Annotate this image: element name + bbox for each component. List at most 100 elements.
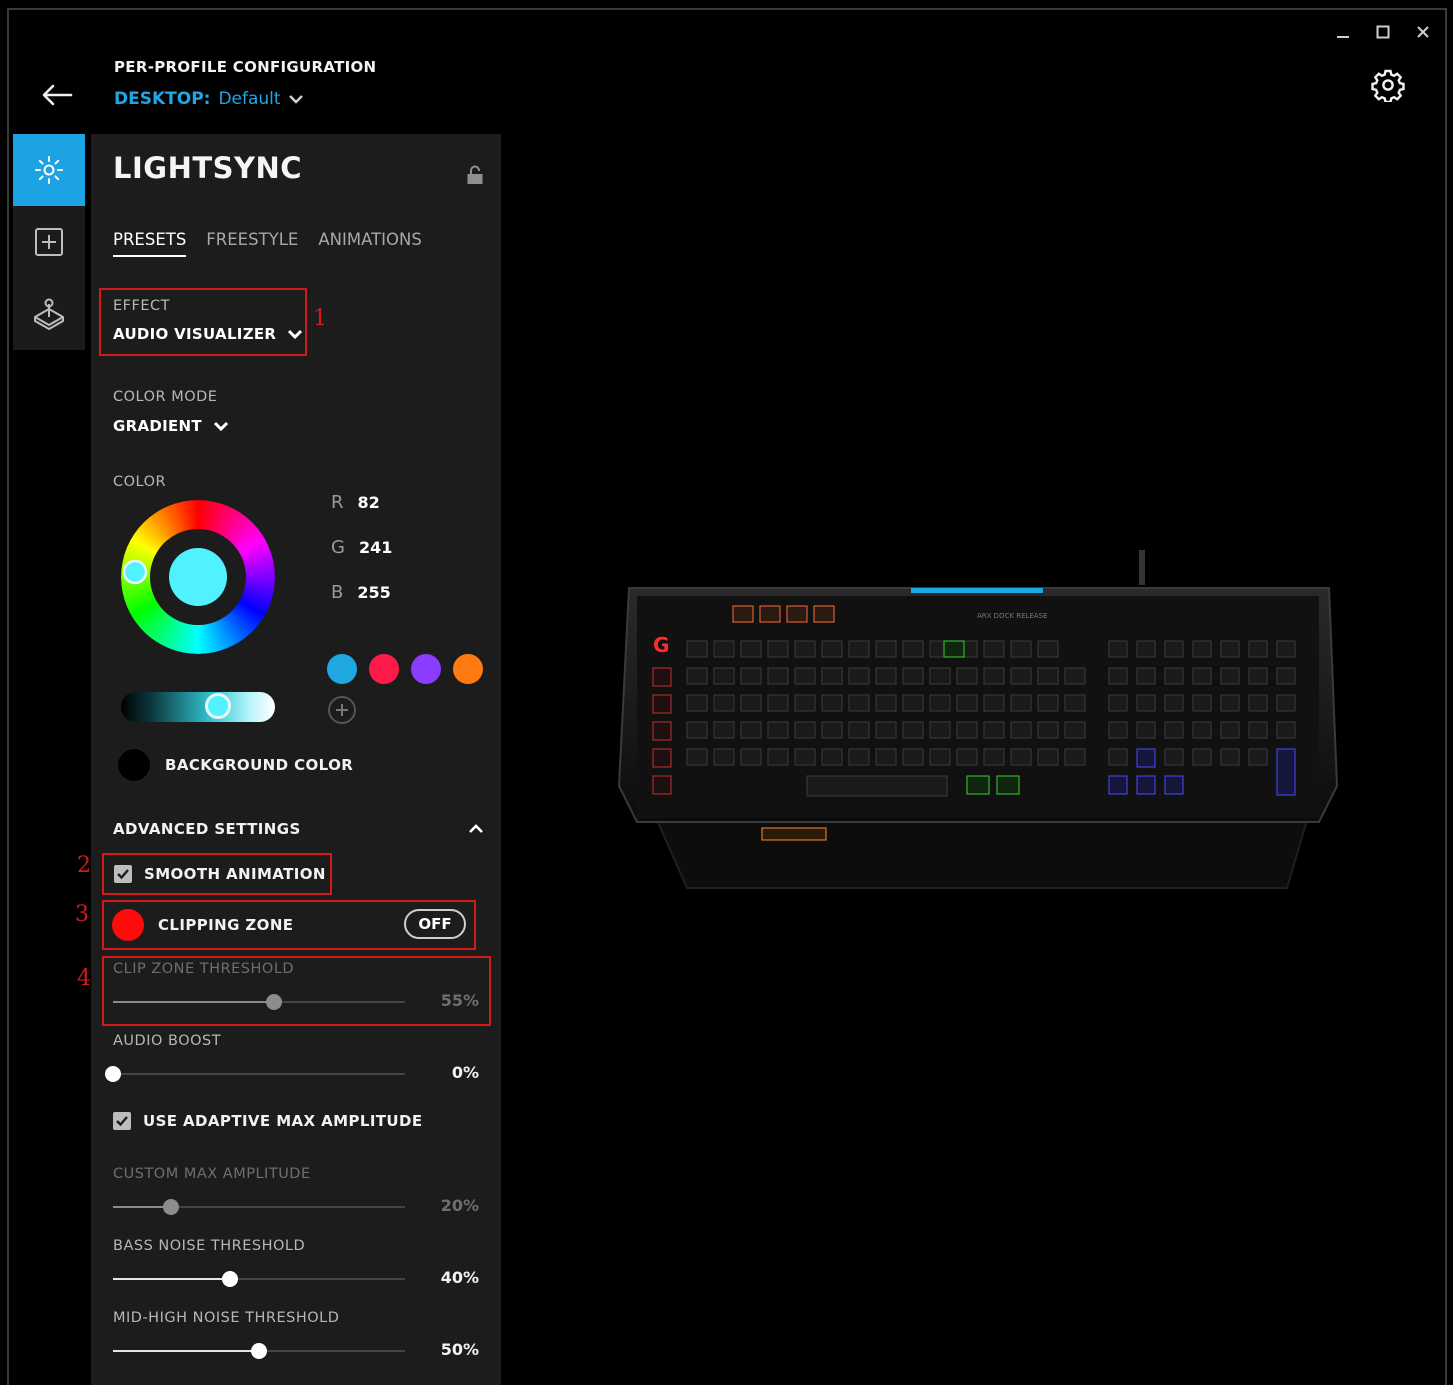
- keyboard-key: [848, 694, 870, 712]
- keyboard-key: [740, 721, 762, 739]
- color-mode-dropdown[interactable]: GRADIENT: [113, 417, 228, 435]
- keyboard-key: [767, 667, 789, 685]
- blue-value-row: B 255: [331, 582, 391, 603]
- tab-freestyle[interactable]: FREESTYLE: [206, 230, 298, 257]
- slider-handle[interactable]: [221, 1271, 238, 1287]
- slider-handle[interactable]: [105, 1066, 121, 1082]
- swatch-purple[interactable]: [411, 654, 441, 684]
- keyboard-key: [983, 667, 1005, 685]
- annotation-2: 2: [77, 853, 91, 878]
- keyboard-key: [902, 640, 924, 658]
- plus-icon: [336, 704, 348, 716]
- chevron-up-icon: [469, 824, 483, 833]
- minimize-button[interactable]: [1333, 22, 1353, 42]
- keyboard-key: [983, 694, 1005, 712]
- keyboard-key: [686, 694, 708, 712]
- keyboard-key: [929, 667, 951, 685]
- keyboard-key: [1164, 721, 1184, 739]
- effect-section: EFFECT AUDIO VISUALIZER: [99, 288, 307, 356]
- keyboard-key: [1064, 748, 1086, 766]
- r-value[interactable]: 82: [358, 493, 380, 512]
- rail-item-game-mode[interactable]: [13, 278, 85, 350]
- adaptive-amplitude-checkbox[interactable]: [113, 1112, 131, 1130]
- add-swatch-button[interactable]: [328, 696, 356, 724]
- keyboard-key: [1108, 640, 1128, 658]
- bass-noise-threshold-slider: BASS NOISE THRESHOLD 40%: [113, 1238, 479, 1287]
- keyboard-key: [1248, 694, 1268, 712]
- keyboard-key: [1164, 640, 1184, 658]
- tab-bar: PRESETS FREESTYLE ANIMATIONS: [113, 230, 422, 257]
- back-button[interactable]: [39, 80, 75, 110]
- effect-dropdown[interactable]: AUDIO VISUALIZER: [113, 325, 303, 343]
- lock-icon[interactable]: [465, 164, 485, 186]
- keyboard-key: [1108, 748, 1128, 766]
- keyboard-key: [713, 721, 735, 739]
- keyboard-key: [983, 640, 1005, 658]
- audio-boost-slider: AUDIO BOOST 0%: [105, 1033, 479, 1082]
- lightsync-panel: LIGHTSYNC PRESETS FREESTYLE ANIMATIONS E…: [91, 134, 501, 1385]
- slider-handle[interactable]: [251, 1343, 267, 1359]
- slider-track[interactable]: [113, 994, 405, 1010]
- keyboard-key: [1037, 748, 1059, 766]
- settings-button[interactable]: [1371, 68, 1405, 104]
- clipping-zone-toggle[interactable]: OFF: [404, 909, 466, 939]
- keyboard-key: [1248, 640, 1268, 658]
- keyboard-key: [1192, 748, 1212, 766]
- g-value[interactable]: 241: [359, 538, 392, 557]
- keyboard-key: [767, 694, 789, 712]
- brightness-slider[interactable]: [121, 692, 275, 722]
- keyboard-key: [740, 667, 762, 685]
- plus-square-icon: [35, 228, 63, 256]
- swatch-red[interactable]: [369, 654, 399, 684]
- effect-label: EFFECT: [113, 298, 170, 314]
- keyboard-key: [686, 667, 708, 685]
- background-color-row[interactable]: BACKGROUND COLOR: [117, 748, 353, 782]
- slider-track[interactable]: [113, 1343, 405, 1359]
- keyboard-key: [1108, 721, 1128, 739]
- slider-track[interactable]: [105, 1066, 405, 1082]
- keyboard-key: [983, 748, 1005, 766]
- mid-high-noise-threshold-value: 50%: [440, 1340, 479, 1359]
- clipping-zone-row: CLIPPING ZONE OFF: [102, 900, 476, 950]
- background-color-swatch[interactable]: [117, 748, 151, 782]
- keyboard-key: [848, 667, 870, 685]
- keyboard-key: [875, 748, 897, 766]
- slider-handle[interactable]: [265, 994, 282, 1010]
- feature-rail: [13, 134, 85, 350]
- smooth-animation-checkbox[interactable]: [114, 865, 132, 883]
- close-icon: [1417, 26, 1429, 38]
- maximize-icon: [1376, 25, 1390, 39]
- annotation-4: 4: [77, 966, 91, 991]
- slider-track[interactable]: [113, 1271, 405, 1287]
- b-value[interactable]: 255: [357, 583, 390, 602]
- rail-item-lightsync[interactable]: [13, 134, 85, 206]
- keyboard-key: [1220, 721, 1240, 739]
- keyboard-key: [767, 721, 789, 739]
- keyboard-key: [902, 721, 924, 739]
- tab-presets[interactable]: PRESETS: [113, 230, 187, 257]
- keyboard-key: [1192, 694, 1212, 712]
- keyboard-key: [1037, 721, 1059, 739]
- profile-dropdown[interactable]: DESKTOP: Default: [114, 89, 303, 109]
- keyboard-key: [767, 640, 789, 658]
- tab-animations[interactable]: ANIMATIONS: [318, 230, 422, 257]
- swatch-orange[interactable]: [453, 654, 483, 684]
- keyboard-key: [1276, 667, 1296, 685]
- color-wheel-handle[interactable]: [122, 559, 148, 585]
- keyboard-key: [713, 640, 735, 658]
- keyboard-key: [1276, 640, 1296, 658]
- clipping-zone-label: CLIPPING ZONE: [158, 916, 294, 934]
- keyboard-preview[interactable]: ARX DOCK RELEASE G: [617, 550, 1339, 892]
- close-button[interactable]: [1413, 22, 1433, 42]
- brightness-handle[interactable]: [205, 693, 231, 719]
- color-wheel[interactable]: [121, 500, 275, 654]
- rail-item-assignments[interactable]: [13, 206, 85, 278]
- slider-handle[interactable]: [163, 1199, 180, 1215]
- maximize-button[interactable]: [1373, 22, 1393, 42]
- swatch-blue[interactable]: [327, 654, 357, 684]
- advanced-settings-header[interactable]: ADVANCED SETTINGS: [113, 820, 483, 838]
- keyboard-key: [740, 694, 762, 712]
- slider-track[interactable]: [113, 1199, 405, 1215]
- bass-noise-threshold-label: BASS NOISE THRESHOLD: [113, 1238, 306, 1254]
- clipping-zone-color[interactable]: [112, 909, 144, 941]
